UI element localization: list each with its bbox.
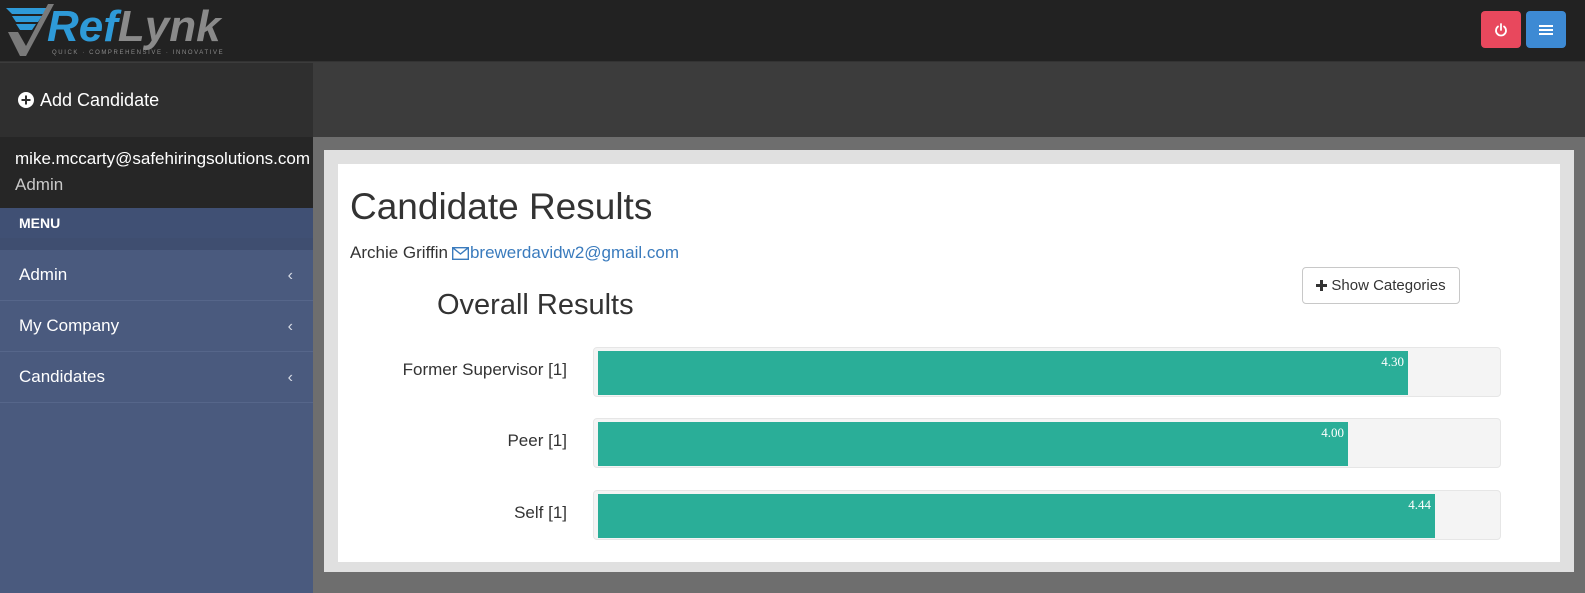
add-candidate-button[interactable]: Add Candidate (0, 63, 313, 137)
chevron-left-icon: ‹ (287, 369, 293, 386)
plus-circle-icon (18, 92, 34, 108)
candidate-name: Archie Griffin (350, 243, 448, 262)
show-categories-button[interactable]: Show Categories (1302, 267, 1460, 304)
main-header-area (313, 63, 1585, 137)
sidebar-item-label: Candidates (19, 367, 106, 386)
add-candidate-label: Add Candidate (40, 89, 160, 110)
sidebar: Add Candidate mike.mccarty@safehiringsol… (0, 63, 313, 593)
bar: 4.30 (598, 351, 1408, 395)
bar-label: Former Supervisor [1] (402, 360, 567, 379)
user-email: mike.mccarty@safehiringsolutions.com (15, 149, 311, 168)
user-info: mike.mccarty@safehiringsolutions.com Adm… (0, 137, 313, 208)
power-button[interactable] (1481, 11, 1521, 48)
candidate-info: Archie Griffin brewerdavidw2@gmail.com (350, 243, 679, 263)
page-title: Candidate Results (350, 186, 653, 227)
logo-tagline: QUICK · COMPREHENSIVE · INNOVATIVE (52, 50, 225, 56)
logo-wordmark: RefLynk (47, 0, 221, 54)
candidate-email-link[interactable]: brewerdavidw2@gmail.com (451, 243, 680, 263)
chevron-left-icon: ‹ (287, 318, 293, 335)
power-icon (1495, 22, 1507, 36)
chevron-left-icon: ‹ (287, 267, 293, 284)
show-categories-label: Show Categories (1331, 277, 1446, 294)
bar-value-label: 4.00 (1321, 425, 1344, 440)
menu-divider (0, 238, 313, 250)
hamburger-icon (1539, 24, 1553, 35)
reflynk-logo[interactable]: RefLynk QUICK · COMPREHENSIVE · INNOVATI… (4, 0, 223, 60)
menu-toggle-button[interactable] (1526, 11, 1566, 48)
bar-label: Peer [1] (507, 431, 567, 450)
chart-title: Overall Results (437, 289, 634, 321)
bar: 4.00 (598, 422, 1348, 466)
bar: 4.44 (598, 494, 1435, 538)
candidate-email: brewerdavidw2@gmail.com (469, 243, 680, 262)
bar-value-label: 4.44 (1408, 497, 1431, 512)
logo-lynk: Lynk (117, 2, 221, 51)
sidebar-item-admin[interactable]: Admin ‹ (0, 250, 313, 301)
user-role: Admin (15, 175, 64, 194)
top-navbar: RefLynk QUICK · COMPREHENSIVE · INNOVATI… (0, 0, 1585, 62)
menu-header: MENU (0, 208, 313, 238)
sidebar-item-label: My Company (19, 316, 120, 335)
logo-ref: Ref (47, 2, 118, 51)
sidebar-item-candidates[interactable]: Candidates ‹ (0, 352, 313, 403)
envelope-icon (451, 246, 469, 260)
bar-value-label: 4.30 (1381, 354, 1404, 369)
sidebar-item-label: Admin (19, 265, 68, 284)
plus-icon (1316, 280, 1328, 291)
bar-label: Self [1] (514, 503, 567, 522)
sidebar-item-my-company[interactable]: My Company ‹ (0, 301, 313, 352)
